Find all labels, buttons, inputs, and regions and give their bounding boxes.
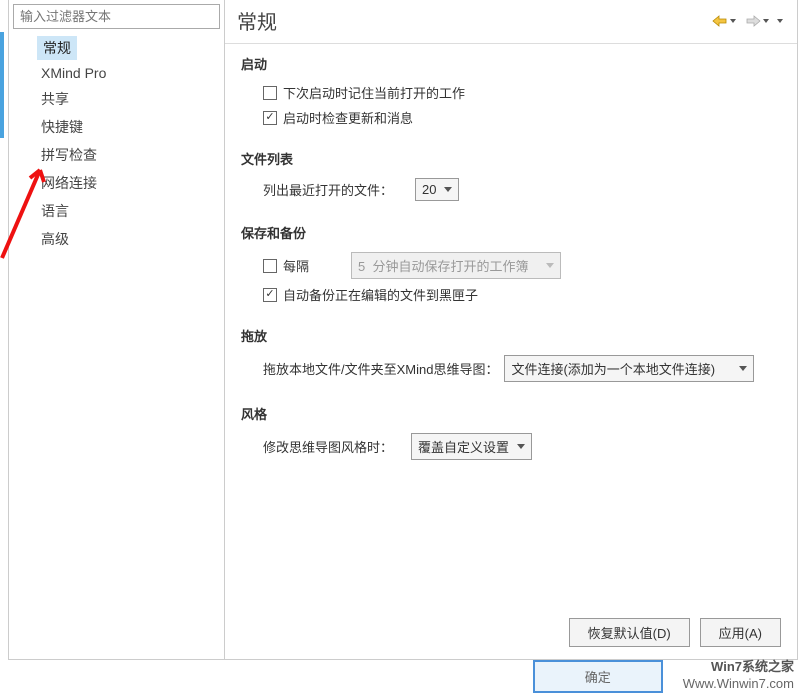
watermark: Win7系统之家 Www.Winwin7.com bbox=[683, 659, 794, 693]
section-title: 风格 bbox=[241, 404, 781, 423]
select-value: 20 bbox=[422, 182, 436, 197]
select-value: 覆盖自定义设置 bbox=[418, 437, 509, 456]
recent-files-select[interactable]: 20 bbox=[415, 178, 459, 201]
restore-defaults-button[interactable]: 恢复默认值(D) bbox=[569, 618, 690, 647]
sidebar-item-label: 常规 bbox=[43, 40, 71, 56]
chevron-down-icon bbox=[777, 19, 783, 23]
sidebar: 常规 XMind Pro 共享 快捷键 拼写检查 网络连接 语言 高级 bbox=[9, 0, 225, 659]
chevron-down-icon bbox=[546, 263, 554, 268]
sidebar-item-label: 高级 bbox=[41, 231, 69, 247]
sidebar-item-label: 语言 bbox=[41, 203, 69, 219]
sidebar-item-advanced[interactable]: 高级 bbox=[37, 226, 73, 252]
style-select[interactable]: 覆盖自定义设置 bbox=[411, 433, 532, 460]
filter-input[interactable] bbox=[13, 4, 220, 29]
chevron-down-icon bbox=[444, 187, 452, 192]
blackbox-label: 自动备份正在编辑的文件到黑匣子 bbox=[283, 285, 478, 304]
sidebar-item-network[interactable]: 网络连接 bbox=[37, 170, 101, 196]
dragdrop-row: 拖放本地文件/文件夹至XMind思维导图： 文件连接(添加为一个本地文件连接) bbox=[263, 355, 781, 382]
sidebar-item-xmind-pro[interactable]: XMind Pro bbox=[37, 62, 110, 84]
arrow-right-icon bbox=[744, 14, 762, 28]
section-title: 文件列表 bbox=[241, 149, 781, 168]
back-button[interactable] bbox=[709, 12, 738, 30]
check-updates-row: 启动时检查更新和消息 bbox=[263, 108, 781, 127]
section-startup: 启动 下次启动时记住当前打开的工作 启动时检查更新和消息 bbox=[241, 54, 781, 127]
select-value: 5 分钟自动保存打开的工作簿 bbox=[358, 256, 528, 275]
nav-arrows bbox=[709, 12, 785, 30]
section-style: 风格 修改思维导图风格时： 覆盖自定义设置 bbox=[241, 404, 781, 460]
sidebar-item-label: 快捷键 bbox=[41, 119, 83, 135]
autosave-row: 每隔 5 分钟自动保存打开的工作簿 bbox=[263, 252, 781, 279]
forward-button[interactable] bbox=[742, 12, 771, 30]
check-updates-label: 启动时检查更新和消息 bbox=[283, 108, 413, 127]
section-filelist: 文件列表 列出最近打开的文件： 20 bbox=[241, 149, 781, 201]
dragdrop-label: 拖放本地文件/文件夹至XMind思维导图： bbox=[263, 359, 498, 378]
nav-list: 常规 XMind Pro 共享 快捷键 拼写检查 网络连接 语言 高级 bbox=[9, 33, 224, 253]
action-buttons: 恢复默认值(D) 应用(A) bbox=[225, 610, 797, 659]
bottom-bar: 确定 Win7系统之家 Www.Winwin7.com bbox=[533, 659, 794, 693]
preferences-dialog: 常规 XMind Pro 共享 快捷键 拼写检查 网络连接 语言 高级 常规 bbox=[8, 0, 798, 660]
watermark-line2: Www.Winwin7.com bbox=[683, 676, 794, 693]
sidebar-item-shortcuts[interactable]: 快捷键 bbox=[37, 114, 87, 140]
select-value: 文件连接(添加为一个本地文件连接) bbox=[511, 359, 715, 378]
main-panel: 常规 启动 下次启动时记住当前打开的工作 bbox=[225, 0, 797, 659]
arrow-left-icon bbox=[711, 14, 729, 28]
recent-files-row: 列出最近打开的文件： 20 bbox=[263, 178, 781, 201]
dragdrop-select[interactable]: 文件连接(添加为一个本地文件连接) bbox=[504, 355, 754, 382]
autosave-label: 每隔 bbox=[283, 256, 309, 275]
autosave-interval-select[interactable]: 5 分钟自动保存打开的工作簿 bbox=[351, 252, 561, 279]
remember-row: 下次启动时记住当前打开的工作 bbox=[263, 83, 781, 102]
chevron-down-icon bbox=[739, 366, 747, 371]
page-title: 常规 bbox=[237, 6, 709, 35]
remember-checkbox[interactable] bbox=[263, 86, 277, 100]
sidebar-item-label: 共享 bbox=[41, 91, 69, 107]
sidebar-item-language[interactable]: 语言 bbox=[37, 198, 73, 224]
chevron-down-icon bbox=[730, 19, 736, 23]
section-backup: 保存和备份 每隔 5 分钟自动保存打开的工作簿 自动备份正在编辑的文件到黑匣子 bbox=[241, 223, 781, 304]
menu-button[interactable] bbox=[775, 17, 785, 25]
autosave-checkbox[interactable] bbox=[263, 259, 277, 273]
watermark-line1: Win7系统之家 bbox=[683, 659, 794, 676]
content: 启动 下次启动时记住当前打开的工作 启动时检查更新和消息 文件列表 列出最近打开… bbox=[225, 44, 797, 610]
check-updates-checkbox[interactable] bbox=[263, 111, 277, 125]
chevron-down-icon bbox=[763, 19, 769, 23]
section-title: 启动 bbox=[241, 54, 781, 73]
section-dragdrop: 拖放 拖放本地文件/文件夹至XMind思维导图： 文件连接(添加为一个本地文件连… bbox=[241, 326, 781, 382]
apply-button[interactable]: 应用(A) bbox=[700, 618, 781, 647]
remember-label: 下次启动时记住当前打开的工作 bbox=[283, 83, 465, 102]
sidebar-item-label: XMind Pro bbox=[41, 65, 106, 81]
chevron-down-icon bbox=[517, 444, 525, 449]
section-title: 保存和备份 bbox=[241, 223, 781, 242]
recent-files-label: 列出最近打开的文件： bbox=[263, 180, 393, 199]
sidebar-item-label: 网络连接 bbox=[41, 175, 97, 191]
style-row: 修改思维导图风格时： 覆盖自定义设置 bbox=[263, 433, 781, 460]
header: 常规 bbox=[225, 0, 797, 44]
style-label: 修改思维导图风格时： bbox=[263, 437, 393, 456]
blackbox-row: 自动备份正在编辑的文件到黑匣子 bbox=[263, 285, 781, 304]
sidebar-item-share[interactable]: 共享 bbox=[37, 86, 73, 112]
sidebar-item-spellcheck[interactable]: 拼写检查 bbox=[37, 142, 101, 168]
ok-button[interactable]: 确定 bbox=[533, 660, 663, 693]
sidebar-item-general[interactable]: 常规 bbox=[37, 36, 77, 60]
section-title: 拖放 bbox=[241, 326, 781, 345]
sidebar-item-label: 拼写检查 bbox=[41, 147, 97, 163]
blackbox-checkbox[interactable] bbox=[263, 288, 277, 302]
